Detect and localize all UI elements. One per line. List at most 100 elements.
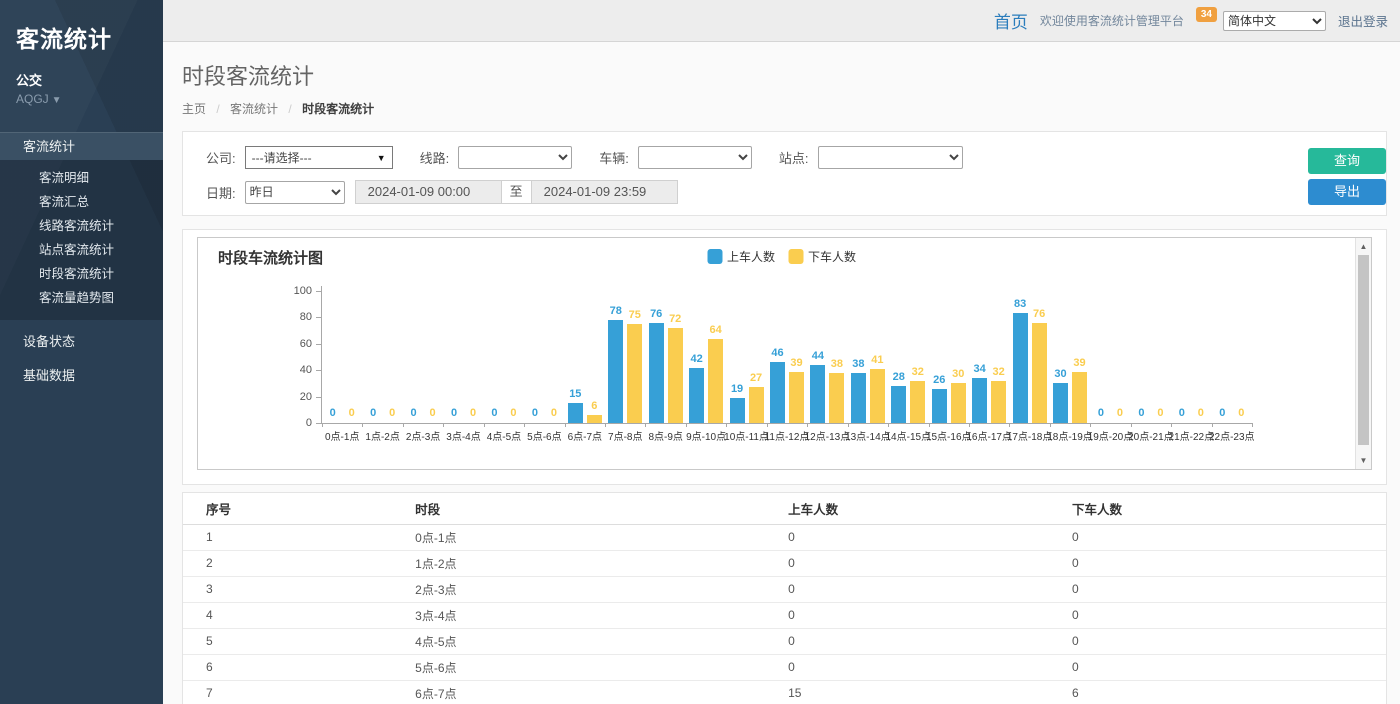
- cell-alighting: 0: [1072, 654, 1386, 680]
- company-select[interactable]: ---请选择--- ▼: [245, 146, 393, 169]
- bar-value-label: 0: [539, 407, 569, 419]
- main-area: 首页 欢迎使用客流统计管理平台 34 简体中文 退出登录 时段客流统计 主页 /…: [163, 0, 1400, 704]
- x-tick-mark: [726, 423, 727, 427]
- chart-bar: [870, 369, 885, 423]
- sidebar-item-station-stats[interactable]: 站点客流统计: [0, 238, 163, 262]
- legend-item[interactable]: 下车人数: [788, 248, 856, 265]
- x-tick-mark: [1090, 423, 1091, 427]
- cell-alighting: 0: [1072, 550, 1386, 576]
- chart-legend: 上车人数下车人数: [707, 248, 856, 265]
- data-table-card: 序号 时段 上车人数 下车人数 10点-1点0021点-2点0032点-3点00…: [182, 492, 1387, 704]
- x-tick-mark: [524, 423, 525, 427]
- chevron-down-icon: ▼: [52, 95, 62, 106]
- vehicle-filter: 车辆:: [599, 146, 752, 169]
- sidebar-item-trend-chart[interactable]: 客流量趋势图: [0, 286, 163, 310]
- vehicle-label: 车辆:: [599, 148, 629, 167]
- sidebar-menu: 客流统计 客流明细 客流汇总 线路客流统计 站点客流统计 时段客流统计 客流量趋…: [0, 132, 163, 390]
- company-label: 公司:: [206, 148, 236, 167]
- station-filter: 站点:: [779, 146, 963, 169]
- sidebar-item-line-stats[interactable]: 线路客流统计: [0, 214, 163, 238]
- query-button[interactable]: 查询: [1308, 148, 1386, 174]
- legend-label: 上车人数: [727, 248, 775, 265]
- date-preset-select[interactable]: 昨日: [245, 181, 345, 204]
- cell-alighting: 0: [1072, 524, 1386, 550]
- y-tick-label: 20: [280, 391, 312, 403]
- language-select[interactable]: 简体中文: [1223, 11, 1326, 31]
- legend-item[interactable]: 上车人数: [707, 248, 775, 265]
- sidebar-item-passenger-detail[interactable]: 客流明细: [0, 166, 163, 190]
- y-tick-label: 40: [280, 364, 312, 376]
- cell-alighting: 6: [1072, 680, 1386, 704]
- table-row: 32点-3点00: [183, 576, 1386, 602]
- scroll-up-icon[interactable]: ▲: [1356, 239, 1371, 254]
- x-tick-mark: [403, 423, 404, 427]
- bar-value-label: 42: [682, 353, 712, 365]
- cell-index: 2: [183, 550, 415, 576]
- org-code-label: AQGJ: [16, 92, 49, 106]
- x-tick-mark: [1212, 423, 1213, 427]
- notification-badge[interactable]: 34: [1196, 7, 1217, 22]
- chart-bar: [991, 381, 1006, 423]
- table-row: 65点-6点00: [183, 654, 1386, 680]
- logout-link[interactable]: 退出登录: [1338, 11, 1388, 30]
- x-tick-mark: [969, 423, 970, 427]
- sidebar-item-base-data[interactable]: 基础数据: [0, 362, 163, 390]
- y-tick-mark: [316, 370, 321, 371]
- welcome-text: 欢迎使用客流统计管理平台: [1040, 12, 1184, 29]
- export-button[interactable]: 导出: [1308, 179, 1386, 205]
- table-row: 10点-1点00: [183, 524, 1386, 550]
- cell-index: 6: [183, 654, 415, 680]
- home-link[interactable]: 首页: [994, 8, 1028, 33]
- sidebar-item-passenger-stats[interactable]: 客流统计: [0, 132, 163, 160]
- sidebar-item-device-status[interactable]: 设备状态: [0, 328, 163, 356]
- header-index: 序号: [183, 493, 415, 524]
- chart-bar: [708, 339, 723, 423]
- x-axis-line: [321, 423, 1252, 424]
- scrollbar-thumb[interactable]: [1358, 255, 1369, 445]
- sidebar-item-passenger-summary[interactable]: 客流汇总: [0, 190, 163, 214]
- header-period: 时段: [415, 493, 788, 524]
- cell-boarding: 0: [788, 576, 1072, 602]
- cell-period: 0点-1点: [415, 524, 788, 550]
- x-tick-mark: [929, 423, 930, 427]
- station-select[interactable]: [818, 146, 963, 169]
- x-tick-mark: [443, 423, 444, 427]
- bar-value-label: 39: [1065, 357, 1095, 369]
- date-to-input[interactable]: 2024-01-09 23:59: [531, 180, 678, 204]
- chart-bar: [1032, 323, 1047, 423]
- date-from-input[interactable]: 2024-01-09 00:00: [355, 180, 502, 204]
- line-label: 线路:: [420, 148, 450, 167]
- x-tick-mark: [1131, 423, 1132, 427]
- vehicle-select[interactable]: [638, 146, 752, 169]
- scroll-down-icon[interactable]: ▼: [1356, 453, 1371, 468]
- cell-index: 4: [183, 602, 415, 628]
- chart-bar: [891, 386, 906, 423]
- cell-boarding: 15: [788, 680, 1072, 704]
- cell-index: 5: [183, 628, 415, 654]
- breadcrumb-passenger-stats[interactable]: 客流统计: [230, 102, 278, 116]
- x-tick-mark: [1252, 423, 1253, 427]
- x-tick-mark: [888, 423, 889, 427]
- x-tick-mark: [322, 423, 323, 427]
- cell-index: 3: [183, 576, 415, 602]
- y-tick-label: 100: [280, 285, 312, 297]
- company-select-value: ---请选择---: [252, 149, 312, 166]
- line-select[interactable]: [458, 146, 572, 169]
- y-tick-mark: [316, 423, 321, 424]
- x-tick-mark: [484, 423, 485, 427]
- y-tick-mark: [316, 317, 321, 318]
- chart-bar: [730, 398, 745, 423]
- chart-scrollbar[interactable]: ▲ ▼: [1355, 238, 1371, 469]
- table-header-row: 序号 时段 上车人数 下车人数: [183, 493, 1386, 524]
- x-tick-mark: [767, 423, 768, 427]
- chart-bar: [851, 373, 866, 423]
- page-head: 时段客流统计 主页 / 客流统计 / 时段客流统计: [163, 42, 1400, 117]
- org-code-dropdown[interactable]: AQGJ▼: [0, 89, 163, 106]
- bar-value-label: 27: [741, 372, 771, 384]
- sidebar-item-period-stats[interactable]: 时段客流统计: [0, 262, 163, 286]
- breadcrumb-home[interactable]: 主页: [182, 102, 206, 116]
- cell-alighting: 0: [1072, 576, 1386, 602]
- y-tick-mark: [316, 344, 321, 345]
- date-range-separator: 至: [502, 180, 531, 204]
- cell-period: 4点-5点: [415, 628, 788, 654]
